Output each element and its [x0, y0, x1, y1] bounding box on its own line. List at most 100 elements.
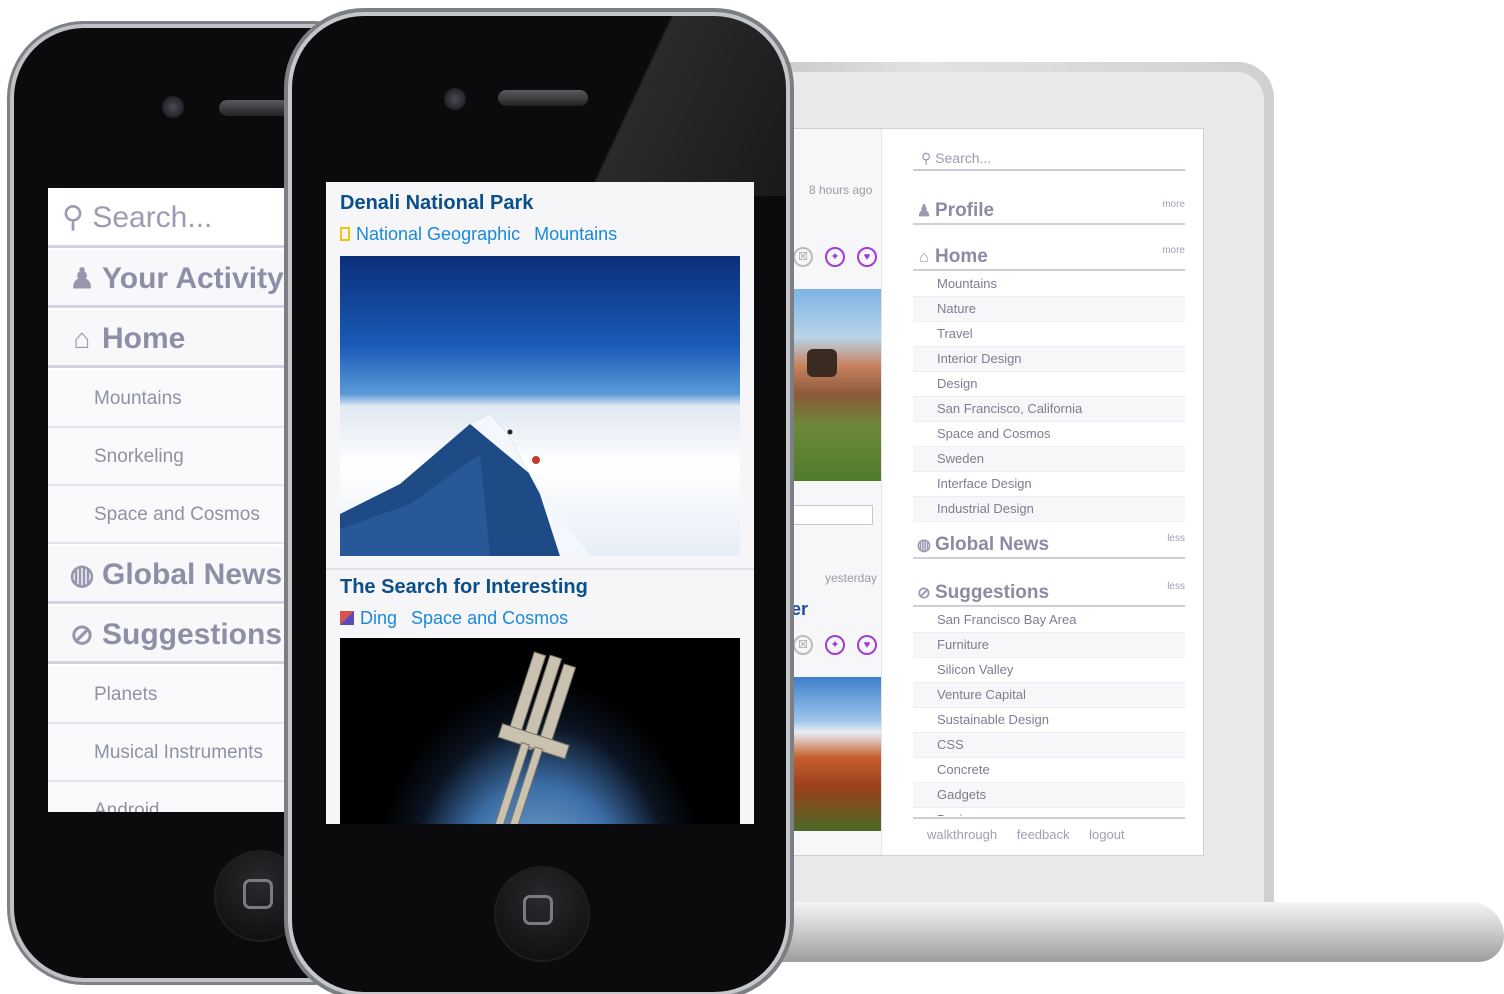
feedback-link[interactable]: feedback	[1017, 827, 1070, 842]
menu-your-activity[interactable]: ♟ Your Activity	[48, 250, 298, 308]
front-phone-screen: Denali National Park National Geographic…	[326, 182, 754, 824]
feed-timestamp: yesterday	[825, 571, 878, 585]
home-icon: ⌂	[919, 249, 929, 266]
feed-photo-gondola[interactable]	[793, 289, 881, 481]
sidebar-item[interactable]: Industrial Design	[913, 497, 1185, 522]
sidebar-item[interactable]: San Francisco Bay Area	[913, 608, 1185, 633]
home-list: Mountains Nature Travel Interior Design …	[913, 272, 1185, 522]
sidebar-item[interactable]: Gadgets	[913, 783, 1185, 808]
home-square-icon	[243, 879, 273, 909]
feed-photo-canyon[interactable]	[793, 677, 881, 831]
feed-comment-input[interactable]	[791, 505, 873, 525]
camera	[444, 88, 466, 110]
menu-item[interactable]: Snorkeling	[48, 428, 298, 486]
laptop-search-input[interactable]: ⚲ Search...	[913, 143, 1185, 171]
sidebar-item[interactable]: CSS	[913, 733, 1185, 758]
less-toggle[interactable]: less	[1167, 525, 1185, 553]
menu-label: Home	[102, 322, 186, 355]
person-icon: ♟	[916, 203, 932, 220]
sidebar-item[interactable]: Sweden	[913, 447, 1185, 472]
glass-reflection	[526, 16, 786, 196]
menu-item[interactable]: Space and Cosmos	[48, 486, 298, 544]
person-icon: ♟	[69, 263, 95, 294]
topic-link[interactable]: Mountains	[534, 224, 617, 244]
source-link[interactable]: Ding	[360, 608, 397, 628]
logout-link[interactable]: logout	[1089, 827, 1124, 842]
card-photo-space-station[interactable]	[340, 638, 740, 824]
menu-item[interactable]: Planets	[48, 666, 298, 724]
add-icon[interactable]: ✦	[825, 635, 845, 655]
sidebar-footer: walkthrough feedback logout	[927, 827, 1139, 842]
menu-label: Global News	[102, 558, 283, 591]
compass-icon: ⊘	[917, 585, 931, 602]
card-title[interactable]: Denali National Park	[340, 192, 533, 215]
like-icon[interactable]: ♥	[857, 247, 877, 267]
sidebar-item[interactable]: Venture Capital	[913, 683, 1185, 708]
section-label: Home	[935, 246, 988, 267]
less-toggle[interactable]: less	[1167, 573, 1185, 601]
dismiss-icon[interactable]: ☒	[793, 635, 813, 655]
menu-global-news[interactable]: ◍ Global News	[48, 546, 298, 604]
search-placeholder: Search...	[935, 150, 992, 166]
menu-item[interactable]: Android	[48, 782, 298, 812]
sidebar-item[interactable]: Concrete	[913, 758, 1185, 783]
section-label: Profile	[935, 200, 995, 221]
sidebar-section-profile[interactable]: ♟ Profile more	[913, 197, 1185, 225]
add-icon[interactable]: ✦	[825, 247, 845, 267]
walkthrough-link[interactable]: walkthrough	[927, 827, 997, 842]
card-photo-mountain[interactable]	[340, 256, 740, 556]
search-input[interactable]: ⚲ Search...	[48, 188, 298, 248]
sidebar-item[interactable]: Interior Design	[913, 347, 1185, 372]
menu-home[interactable]: ⌂ Home	[48, 310, 298, 368]
home-button[interactable]	[494, 866, 590, 962]
sidebar-item[interactable]: Sustainable Design	[913, 708, 1185, 733]
search-icon: ⚲	[921, 150, 936, 166]
menu-item[interactable]: Musical Instruments	[48, 724, 298, 782]
dismiss-icon[interactable]: ☒	[793, 247, 813, 267]
section-label: Suggestions	[935, 582, 1050, 603]
card-title[interactable]: The Search for Interesting	[340, 576, 588, 599]
laptop-sidebar: ⚲ Search... ♟ Profile more ⌂ Home more Mou…	[913, 129, 1185, 855]
card-meta: Ding Space and Cosmos	[340, 608, 568, 629]
space-station-shape	[493, 651, 577, 824]
sidebar-item[interactable]: Travel	[913, 322, 1185, 347]
back-phone-screen: ⚲ Search... ♟ Your Activity ⌂ Home Mountai…	[48, 188, 298, 812]
suggestions-list: San Francisco Bay Area Furniture Silicon…	[913, 608, 1185, 816]
more-toggle[interactable]: more	[1162, 237, 1185, 265]
search-icon: ⚲	[62, 201, 93, 234]
laptop-feed: 8 hours ago ☒ ✦ ♥ yesterday er ☒ ✦ ♥	[791, 129, 882, 855]
menu-item[interactable]: Mountains	[48, 370, 298, 428]
mountain-ridge	[340, 414, 590, 556]
more-toggle[interactable]: more	[1162, 191, 1185, 219]
sidebar-item[interactable]: Business	[913, 808, 1185, 816]
sidebar-section-home[interactable]: ⌂ Home more	[913, 243, 1185, 271]
sidebar-section-suggestions[interactable]: ⊘ Suggestions less	[913, 579, 1185, 607]
source-link[interactable]: National Geographic	[356, 224, 520, 244]
feed-title-fragment: er	[791, 599, 809, 619]
sidebar-item[interactable]: Mountains	[913, 272, 1185, 297]
section-label: Global News	[935, 534, 1050, 555]
like-icon[interactable]: ♥	[857, 635, 877, 655]
feed-card[interactable]: Denali National Park National Geographic…	[326, 182, 754, 568]
menu-suggestions[interactable]: ⊘ Suggestions	[48, 606, 298, 664]
search-placeholder: Search...	[92, 201, 213, 234]
feed-timestamp: 8 hours ago	[809, 183, 873, 197]
card-meta: National Geographic Mountains	[340, 224, 617, 245]
sidebar-section-global-news[interactable]: ◍ Global News less	[913, 531, 1185, 559]
ding-icon	[340, 611, 354, 625]
compass-icon: ⊘	[70, 619, 94, 650]
national-geographic-icon	[340, 227, 350, 241]
menu-label: Suggestions	[102, 618, 283, 651]
sidebar-item[interactable]: Furniture	[913, 633, 1185, 658]
menu-label: Your Activity	[102, 262, 284, 295]
topic-link[interactable]: Space and Cosmos	[411, 608, 568, 628]
speaker	[498, 90, 588, 106]
gondola-shape	[807, 349, 837, 377]
globe-icon: ◍	[917, 537, 931, 554]
sidebar-item[interactable]: Space and Cosmos	[913, 422, 1185, 447]
sidebar-item[interactable]: Design	[913, 372, 1185, 397]
sidebar-item[interactable]: San Francisco, California	[913, 397, 1185, 422]
sidebar-item[interactable]: Nature	[913, 297, 1185, 322]
sidebar-item[interactable]: Interface Design	[913, 472, 1185, 497]
sidebar-item[interactable]: Silicon Valley	[913, 658, 1185, 683]
